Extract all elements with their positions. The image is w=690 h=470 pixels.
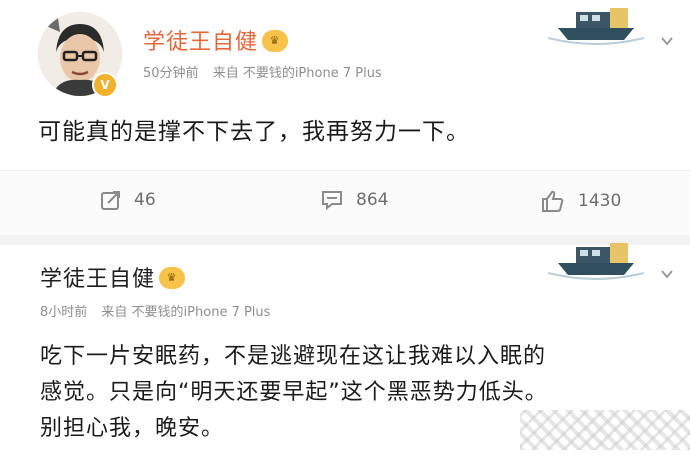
post-source: 来自 不要钱的iPhone 7 Plus: [101, 305, 271, 320]
repost-count: 46: [134, 190, 156, 210]
boat-decoration-icon: [548, 243, 644, 280]
username[interactable]: 学徒王自健 ♛: [143, 24, 289, 56]
repost-button[interactable]: 46: [100, 189, 156, 211]
comment-button[interactable]: 864: [320, 189, 388, 211]
chevron-down-icon[interactable]: [660, 267, 674, 281]
like-icon: [542, 190, 564, 212]
boat-decoration-icon: [548, 8, 644, 45]
username-text[interactable]: 学徒王自健: [40, 267, 155, 292]
like-count: 1430: [578, 191, 622, 211]
post-meta: 8小时前 来自 不要钱的iPhone 7 Plus: [40, 301, 280, 320]
level-badge-icon: ♛: [159, 267, 186, 289]
level-badge-icon: ♛: [262, 30, 289, 52]
post-text-line: 感觉。只是向“明天还要早起”这个黑恶势力低头。: [40, 380, 548, 405]
comment-icon: [322, 191, 342, 211]
post-text-line: 吃下一片安眠药，不是逃避现在这让我难以入眠的: [40, 344, 547, 369]
weibo-post-1: V 学徒王自健 ♛ 50分钟前 来自 不要钱的iPhone 7 Plus 可能真的…: [0, 0, 690, 235]
post-meta: 50分钟前 来自 不要钱的iPhone 7 Plus: [143, 62, 392, 81]
comment-count: 864: [356, 190, 389, 210]
username[interactable]: 学徒王自健 ♛: [40, 261, 186, 293]
post-text: 可能真的是撑不下去了，我再努力一下。: [38, 119, 470, 145]
vip-badge-icon: V: [92, 72, 118, 98]
action-bar: 46 864 1430: [0, 170, 690, 233]
watermark-smudge: [520, 410, 690, 450]
post-time: 8小时前: [40, 305, 88, 320]
like-button[interactable]: 1430: [540, 189, 621, 213]
username-text[interactable]: 学徒王自健: [143, 30, 258, 55]
post-source: 来自 不要钱的iPhone 7 Plus: [212, 66, 382, 81]
post-time: 50分钟前: [143, 66, 199, 81]
repost-icon: [101, 191, 120, 210]
chevron-down-icon[interactable]: [660, 34, 674, 48]
